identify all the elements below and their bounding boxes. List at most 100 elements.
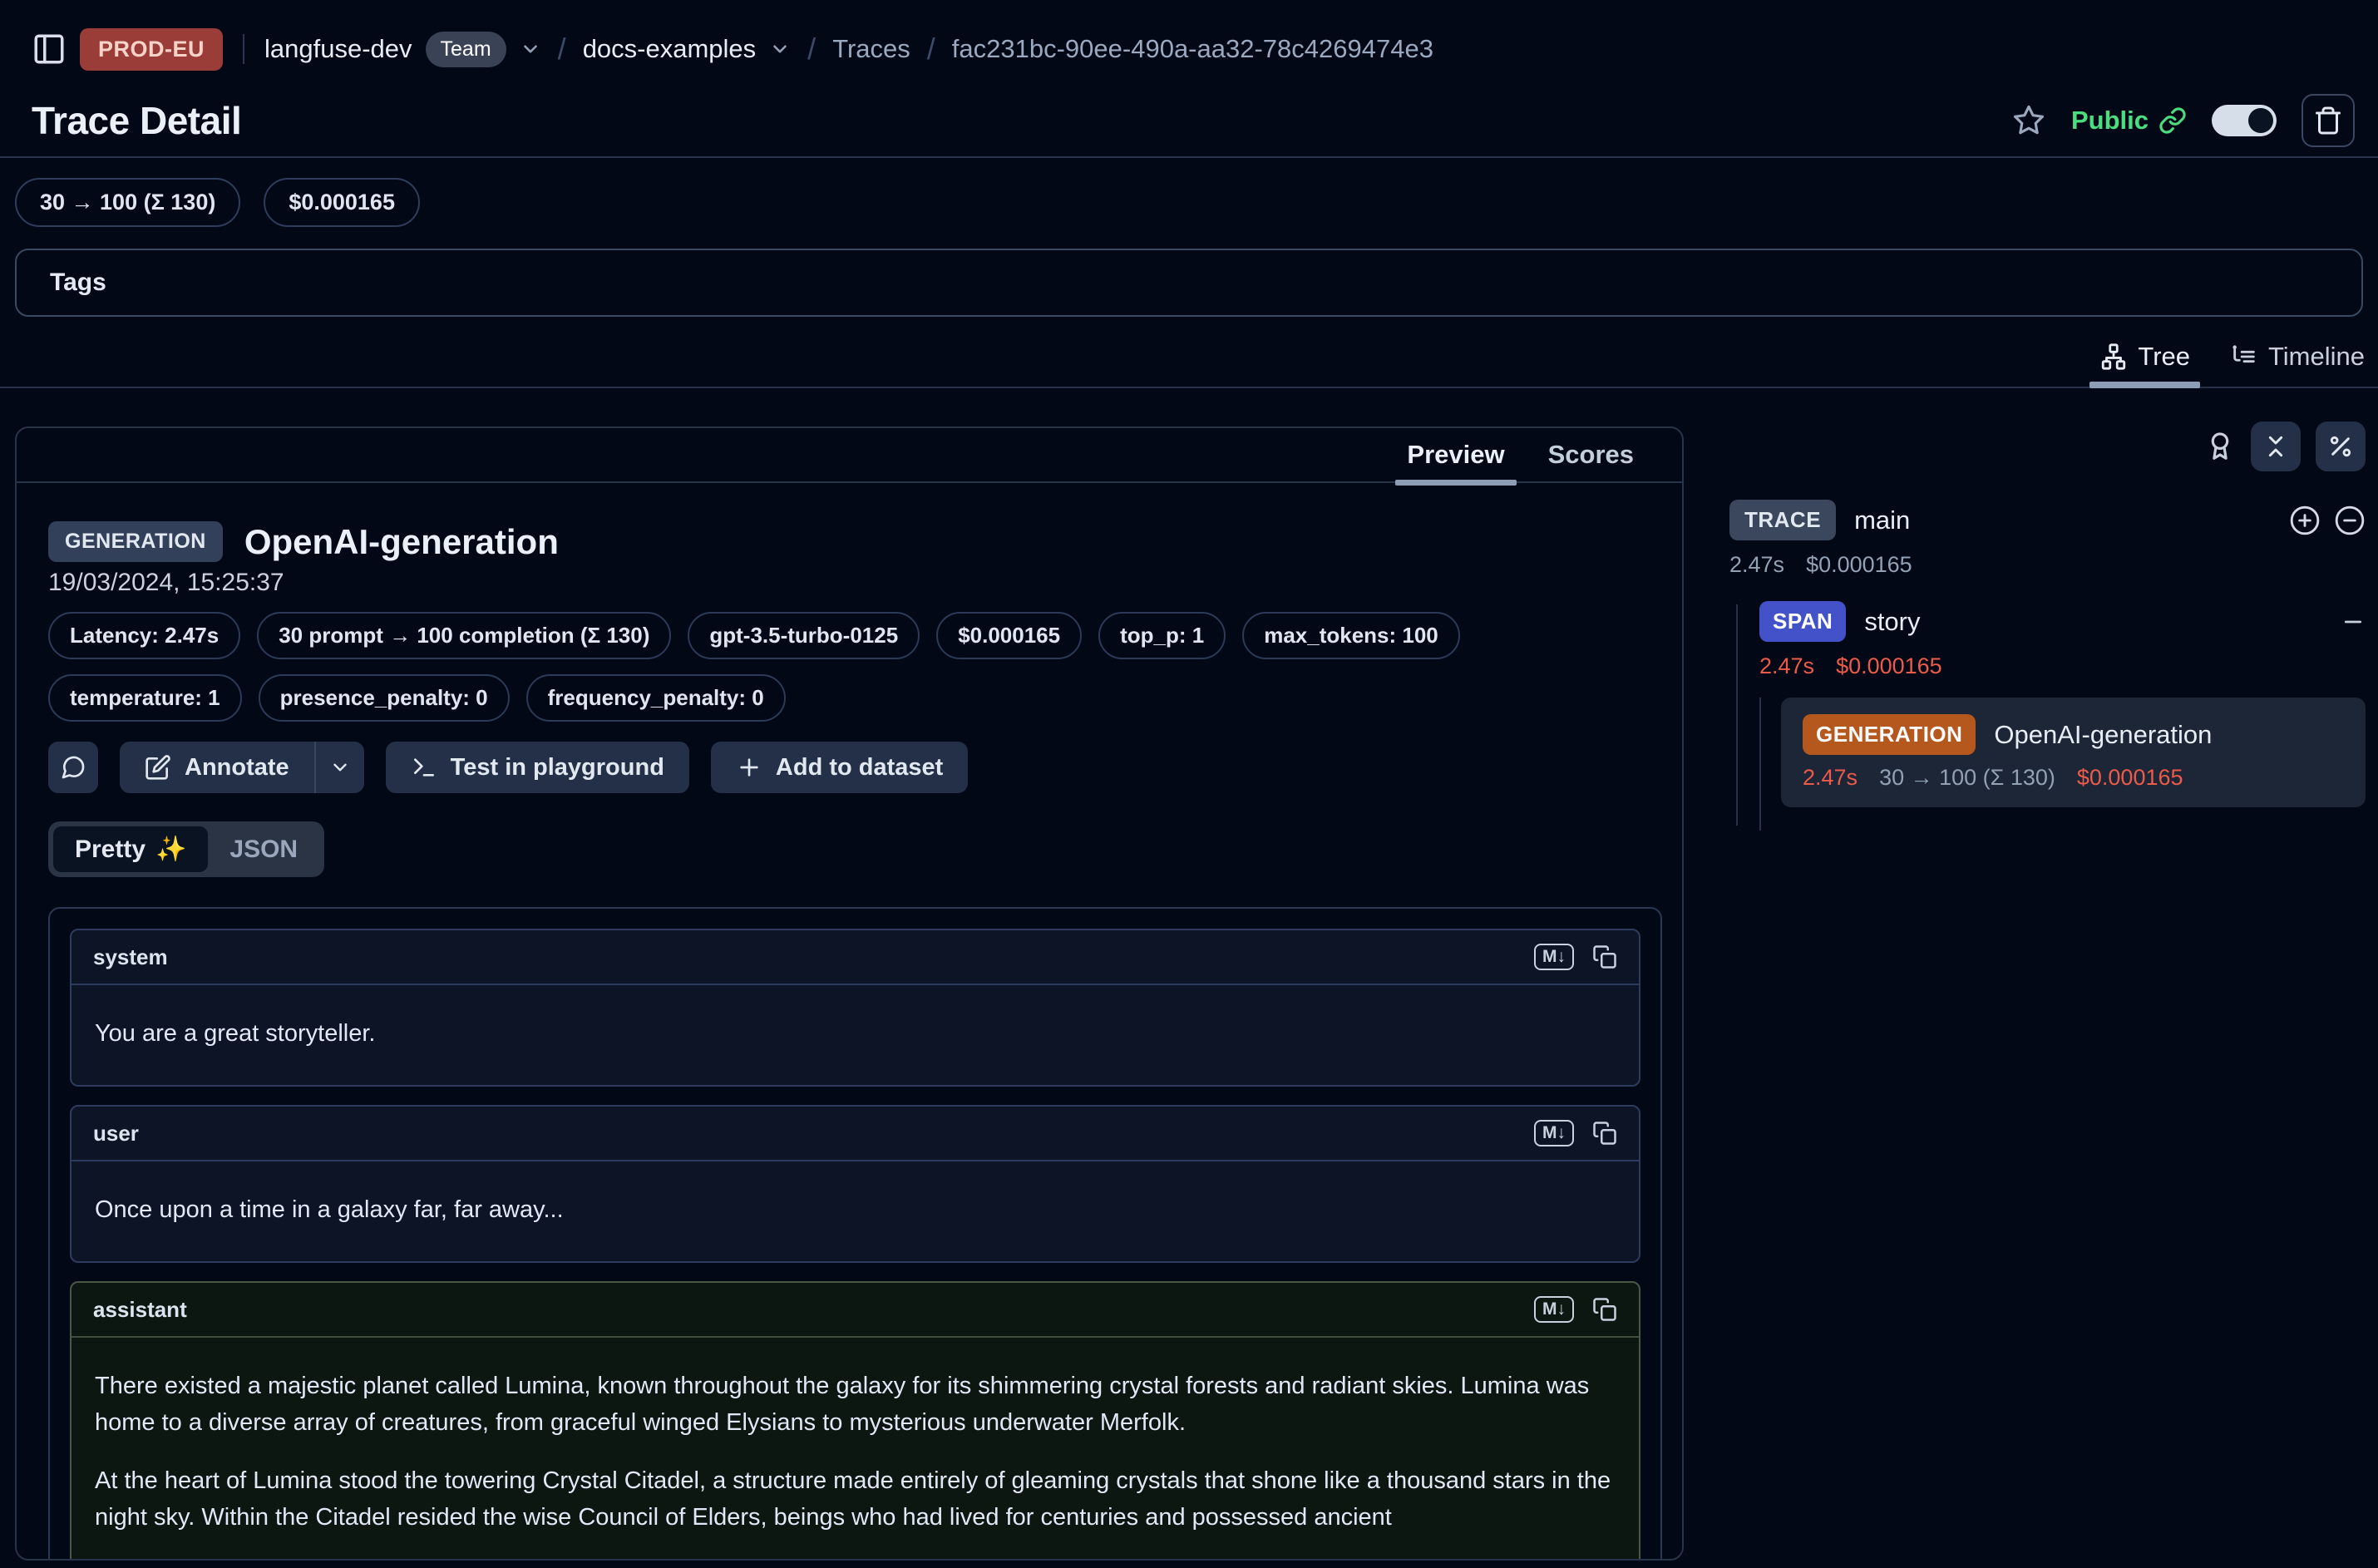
markdown-toggle-button[interactable]: M↓ — [1534, 1120, 1574, 1146]
collapse-all-circle-icon[interactable] — [2334, 505, 2366, 536]
public-toggle[interactable] — [2212, 105, 2277, 136]
terminal-icon — [411, 754, 437, 781]
annotate-dropdown-button[interactable] — [316, 742, 364, 793]
view-tabs: Tree Timeline — [0, 342, 2378, 388]
cost-badge[interactable]: $0.000165 — [264, 178, 420, 227]
span-cost: $0.000165 — [1836, 653, 1942, 679]
latency-badge[interactable]: Latency: 2.47s — [48, 612, 240, 659]
generation-tokens: 30 → 100 (Σ 130) — [1879, 765, 2055, 791]
toggle-knob — [2248, 108, 2273, 133]
assistant-paragraph: There existed a majestic planet called L… — [95, 1368, 1616, 1441]
message-role: assistant — [93, 1297, 187, 1323]
sparkles-icon: ✨ — [155, 835, 186, 864]
generation-latency: 2.47s — [1803, 765, 1858, 791]
tab-preview[interactable]: Preview — [1407, 440, 1504, 470]
trace-metrics: 2.47s $0.000165 — [1729, 552, 2366, 578]
frequency-penalty-badge[interactable]: frequency_penalty: 0 — [526, 674, 786, 722]
copy-icon[interactable] — [1592, 1121, 1617, 1146]
user-message-card: user M↓ Once upon a time in a galaxy far… — [70, 1105, 1640, 1263]
trace-tree-panel: TRACE main 2.47s $0.000165 — [1700, 427, 2378, 1561]
breadcrumb-separator: / — [804, 32, 819, 67]
span-metrics: 2.47s $0.000165 — [1759, 653, 2366, 679]
pretty-label: Pretty — [75, 836, 146, 864]
token-badge[interactable]: 30 prompt → 100 completion (Σ 130) — [257, 612, 671, 659]
trace-type-badge: TRACE — [1729, 500, 1836, 540]
tab-scores-label: Scores — [1548, 440, 1634, 469]
comment-button[interactable] — [48, 742, 98, 793]
top-p-badge[interactable]: top_p: 1 — [1098, 612, 1226, 659]
presence-penalty-badge[interactable]: presence_penalty: 0 — [259, 674, 510, 722]
tree-guide-line — [1736, 604, 1738, 826]
active-tab-indicator — [2089, 382, 2200, 388]
page-title: Trace Detail — [32, 98, 241, 143]
environment-badge: PROD-EU — [80, 28, 223, 71]
assistant-paragraph: At the heart of Lumina stood the towerin… — [95, 1462, 1616, 1536]
top-bar: PROD-EU langfuse-dev Team / docs-example… — [0, 0, 2378, 156]
collapse-all-button[interactable] — [2251, 422, 2301, 471]
format-toggle: Pretty ✨ JSON — [48, 821, 324, 877]
breadcrumb-separator: / — [555, 32, 570, 67]
org-plan-badge: Team — [426, 32, 506, 67]
breadcrumb: PROD-EU langfuse-dev Team / docs-example… — [32, 22, 2355, 76]
add-to-dataset-button[interactable]: Add to dataset — [711, 742, 968, 793]
trace-cost: $0.000165 — [1806, 552, 1912, 578]
public-link[interactable]: Public — [2071, 106, 2187, 136]
pretty-segment[interactable]: Pretty ✨ — [53, 826, 208, 872]
temperature-badge[interactable]: temperature: 1 — [48, 674, 242, 722]
add-to-dataset-label: Add to dataset — [776, 754, 943, 782]
span-type-badge: SPAN — [1759, 601, 1846, 642]
trace-node[interactable]: TRACE main — [1729, 500, 2366, 540]
annotate-split-button: Annotate — [120, 742, 364, 793]
copy-icon[interactable] — [1592, 944, 1617, 969]
span-name: story — [1864, 607, 1920, 637]
tab-preview-label: Preview — [1407, 440, 1504, 469]
star-icon[interactable] — [2011, 103, 2046, 138]
message-content: There existed a majestic planet called L… — [72, 1338, 1639, 1561]
expand-all-icon[interactable] — [2289, 505, 2321, 536]
span-node[interactable]: SPAN story — [1759, 601, 2366, 642]
max-tokens-badge[interactable]: max_tokens: 100 — [1242, 612, 1460, 659]
test-in-playground-button[interactable]: Test in playground — [386, 742, 689, 793]
annotate-label: Annotate — [185, 754, 289, 782]
json-segment[interactable]: JSON — [208, 826, 319, 872]
markdown-toggle-button[interactable]: M↓ — [1534, 1296, 1574, 1323]
sidebar-toggle-button[interactable] — [32, 32, 67, 67]
timeline-icon — [2230, 343, 2258, 371]
system-message-card: system M↓ You are a great storyteller. — [70, 929, 1640, 1087]
tree-icon — [2099, 343, 2128, 371]
generation-type-badge: GENERATION — [1803, 714, 1976, 755]
copy-icon[interactable] — [1592, 1297, 1617, 1322]
generation-node-selected[interactable]: GENERATION OpenAI-generation 2.47s 30 → … — [1781, 698, 2366, 807]
trace-tree: TRACE main 2.47s $0.000165 — [1717, 500, 2366, 807]
chevron-down-icon[interactable] — [520, 38, 541, 60]
observation-title: OpenAI-generation — [244, 522, 559, 562]
message-role: user — [93, 1121, 139, 1146]
chevron-down-icon[interactable] — [769, 38, 791, 60]
tab-tree[interactable]: Tree — [2099, 342, 2190, 372]
collapse-node-icon[interactable] — [2341, 609, 2366, 634]
breadcrumb-project[interactable]: docs-examples — [583, 34, 756, 64]
award-icon[interactable] — [2204, 431, 2236, 462]
markdown-toggle-button[interactable]: M↓ — [1534, 944, 1574, 970]
token-usage-badge[interactable]: 30 → 100 (Σ 130) — [15, 178, 240, 227]
tags-container[interactable]: Tags — [15, 249, 2363, 317]
annotate-button[interactable]: Annotate — [120, 742, 314, 793]
delete-trace-button[interactable] — [2302, 94, 2355, 147]
playground-label: Test in playground — [451, 754, 664, 782]
breadcrumb-section[interactable]: Traces — [832, 34, 910, 64]
message-role: system — [93, 944, 168, 970]
tab-timeline-label: Timeline — [2268, 342, 2365, 372]
tab-timeline[interactable]: Timeline — [2230, 342, 2365, 372]
breadcrumb-org[interactable]: langfuse-dev — [264, 34, 412, 64]
chevrons-collapse-icon — [2262, 433, 2289, 460]
trash-icon — [2313, 106, 2343, 136]
trace-latency: 2.47s — [1729, 552, 1784, 578]
cost-badge[interactable]: $0.000165 — [936, 612, 1082, 659]
show-metrics-button[interactable] — [2316, 422, 2366, 471]
generation-metrics: 2.47s 30 → 100 (Σ 130) $0.000165 — [1803, 765, 2344, 791]
link-icon — [2158, 106, 2187, 135]
model-badge[interactable]: gpt-3.5-turbo-0125 — [688, 612, 920, 659]
assistant-message-card: assistant M↓ There existed a majestic pl… — [70, 1281, 1640, 1561]
generation-cost: $0.000165 — [2077, 765, 2183, 791]
tab-scores[interactable]: Scores — [1548, 440, 1634, 470]
